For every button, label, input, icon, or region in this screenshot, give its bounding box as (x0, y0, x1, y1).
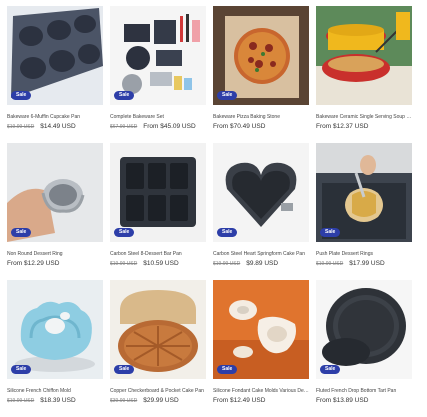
price-row: From $12.37 USD (316, 123, 412, 131)
price-row: $39.99 USD $29.99 USD (110, 397, 206, 405)
product-card[interactable]: Sale Copper Checkerboard & Pocket Cake P… (110, 280, 206, 417)
product-image[interactable]: Sale (213, 6, 309, 105)
product-grid: Sale Bakeware 6-Muffin Cupcake Pan $19.9… (7, 6, 412, 417)
product-title[interactable]: Carbon Steel 8-Dessert Bar Pan (110, 251, 206, 257)
sale-badge: Sale (114, 365, 135, 374)
product-card[interactable]: Sale Non Round Dessert Ring From $12.29 … (7, 143, 103, 280)
product-card[interactable]: Sale Bakeware 6-Muffin Cupcake Pan $19.9… (7, 6, 103, 143)
from-label: From (213, 397, 229, 404)
product-image[interactable]: Sale (7, 143, 103, 242)
product-image[interactable] (316, 6, 412, 105)
sale-badge: Sale (217, 91, 238, 100)
compare-price: $67.99 USD (110, 124, 138, 130)
sale-badge: Sale (11, 365, 32, 374)
product-image[interactable]: Sale (213, 143, 309, 242)
product-title[interactable]: Complete Bakeware Set (110, 114, 206, 120)
price-row: From $13.89 USD (316, 397, 412, 405)
sale-price: $12.29 USD (23, 260, 60, 267)
compare-price: $19.99 USD (316, 261, 344, 267)
sale-price: $12.37 USD (332, 123, 369, 130)
sale-price: $9.89 USD (246, 260, 279, 267)
product-card[interactable]: Sale Carbon Steel 8-Dessert Bar Pan $19.… (110, 143, 206, 280)
from-label: From (7, 260, 23, 267)
product-image[interactable]: Sale (213, 280, 309, 379)
product-image[interactable]: Sale (7, 280, 103, 379)
price-row: From $12.49 USD (213, 397, 309, 405)
product-image[interactable]: Sale (110, 6, 206, 105)
compare-price: $19.99 USD (110, 261, 138, 267)
compare-price: $19.99 USD (7, 124, 35, 130)
product-title[interactable]: Bakeware Pizza Baking Stone (213, 114, 309, 120)
product-card[interactable]: Sale Fluted French Drop Bottom Tart Pan … (316, 280, 412, 417)
price-row: $19.99 USD $14.49 USD (7, 123, 103, 131)
product-image[interactable]: Sale (316, 143, 412, 242)
product-card[interactable]: Sale Complete Bakeware Set $67.99 USD Fro… (110, 6, 206, 143)
compare-price: $19.99 USD (213, 261, 241, 267)
product-card[interactable]: Sale Silicone Fondant Cake Molds Various… (213, 280, 309, 417)
from-label: From (316, 397, 332, 404)
price-row: $19.99 USD $18.39 USD (7, 397, 103, 405)
product-image[interactable]: Sale (110, 143, 206, 242)
product-title[interactable]: Bakeware 6-Muffin Cupcake Pan (7, 114, 103, 120)
product-card[interactable]: Bakeware Ceramic Single Serving Soup Bow… (316, 6, 412, 143)
sale-price: $29.99 USD (143, 397, 179, 404)
product-title[interactable]: Silicone French Chiffon Mold (7, 388, 103, 394)
price-row: $19.99 USD $10.59 USD (110, 260, 206, 268)
product-card[interactable]: Sale Silicone French Chiffon Mold $19.99… (7, 280, 103, 417)
product-title[interactable]: Carbon Steel Heart Springform Cake Pan (213, 251, 309, 257)
sale-price: $12.49 USD (229, 397, 266, 404)
product-card[interactable]: Sale Bakeware Pizza Baking Stone From $7… (213, 6, 309, 143)
sale-price: $45.09 USD (160, 123, 196, 130)
compare-price: $39.99 USD (110, 398, 138, 404)
from-label: From (143, 123, 159, 130)
product-image[interactable]: Sale (110, 280, 206, 379)
sale-badge: Sale (320, 228, 341, 237)
product-title[interactable]: Silicone Fondant Cake Molds Various Desi… (213, 388, 309, 394)
sale-price: $14.49 USD (40, 123, 76, 130)
sale-badge: Sale (217, 228, 238, 237)
price-row: From $12.29 USD (7, 260, 103, 268)
product-image[interactable]: Sale (7, 6, 103, 105)
sale-badge: Sale (217, 365, 238, 374)
product-image[interactable]: Sale (316, 280, 412, 379)
sale-price: $70.49 USD (229, 123, 266, 130)
price-row: From $70.49 USD (213, 123, 309, 131)
sale-badge: Sale (320, 365, 341, 374)
sale-badge: Sale (114, 228, 135, 237)
compare-price: $19.99 USD (7, 398, 35, 404)
sale-badge: Sale (114, 91, 135, 100)
product-card[interactable]: Sale Push Plate Dessert Rings $19.99 USD… (316, 143, 412, 280)
price-row: $19.99 USD $17.99 USD (316, 260, 412, 268)
sale-badge: Sale (11, 91, 32, 100)
sale-badge: Sale (11, 228, 32, 237)
product-title[interactable]: Bakeware Ceramic Single Serving Soup Bow… (316, 114, 412, 120)
sale-price: $18.39 USD (40, 397, 76, 404)
from-label: From (213, 123, 229, 130)
sale-price: $10.59 USD (143, 260, 179, 267)
sale-price: $17.99 USD (349, 260, 385, 267)
price-row: $67.99 USD From $45.09 USD (110, 123, 206, 131)
product-title[interactable]: Copper Checkerboard & Pocket Cake Pan (110, 388, 206, 394)
price-row: $19.99 USD $9.89 USD (213, 260, 309, 268)
sale-price: $13.89 USD (332, 397, 369, 404)
product-card[interactable]: Sale Carbon Steel Heart Springform Cake … (213, 143, 309, 280)
product-title[interactable]: Push Plate Dessert Rings (316, 251, 412, 257)
from-label: From (316, 123, 332, 130)
product-title[interactable]: Fluted French Drop Bottom Tart Pan (316, 388, 412, 394)
product-title[interactable]: Non Round Dessert Ring (7, 251, 103, 257)
